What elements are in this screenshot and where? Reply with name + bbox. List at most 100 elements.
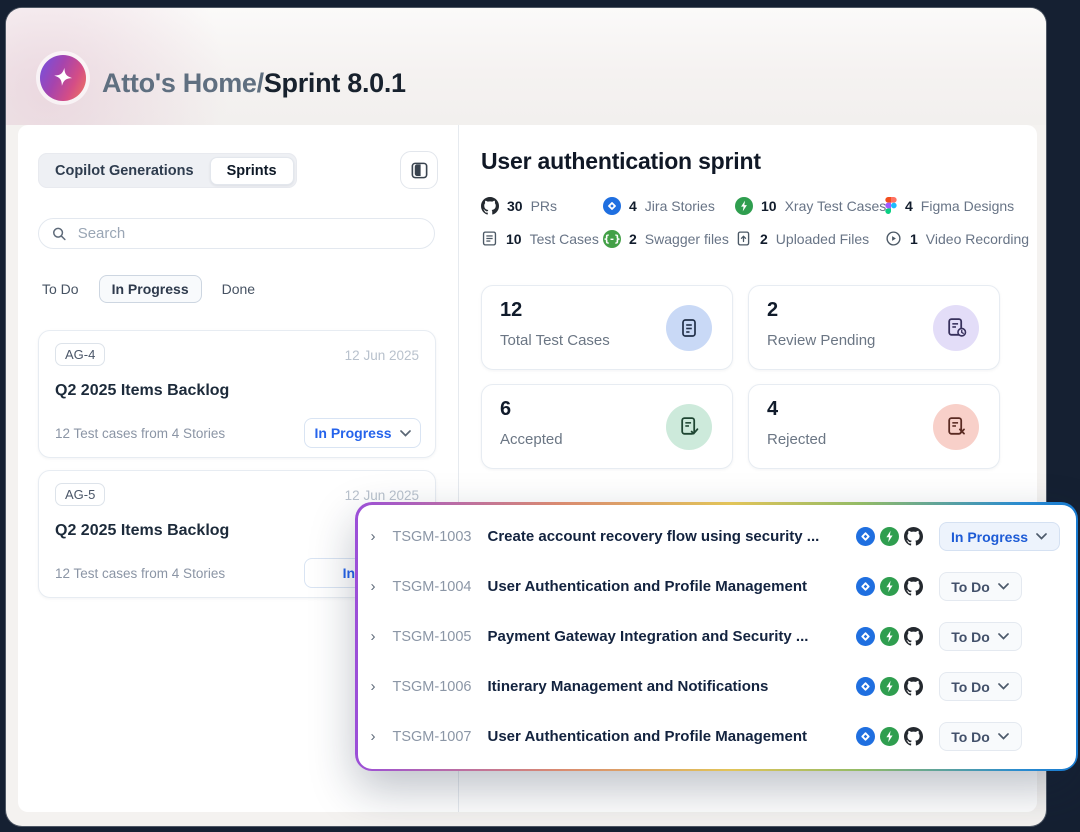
story-source-icons [856, 627, 923, 646]
story-status-dropdown[interactable]: To Do [939, 572, 1022, 601]
sprint-title: Q2 2025 Items Backlog [55, 382, 229, 400]
sparkle-star-icon [50, 65, 76, 91]
filter-in-progress[interactable]: In Progress [99, 275, 202, 303]
stat-xray-test-cases: 10 Xray Test Cases [735, 197, 886, 215]
story-source-icons [856, 727, 923, 746]
story-source-icons [856, 577, 923, 596]
current-page-title: Sprint 8.0.1 [264, 68, 406, 98]
document-clock-icon [933, 305, 979, 351]
sidebar-layout-icon [410, 161, 429, 180]
github-icon [904, 727, 923, 746]
stat-video-recording: 1 Video Recording [885, 230, 1029, 247]
filter-todo[interactable]: To Do [42, 281, 79, 297]
tab-sprints[interactable]: Sprints [210, 157, 294, 185]
swagger-icon: {-} [603, 230, 621, 248]
atto-logo [40, 55, 86, 101]
sprint-id-badge: AG-5 [55, 483, 105, 506]
story-status-label: To Do [951, 629, 990, 645]
svg-text:{-}: {-} [603, 234, 621, 245]
summary-cards: 12 Total Test Cases 2 [481, 285, 1000, 469]
stat-uploaded-files: 2 Uploaded Files [735, 230, 869, 247]
card-review-pending: 2 Review Pending [748, 285, 1000, 370]
sprint-status-label: In Progress [314, 425, 391, 441]
stat-label: PRs [531, 198, 557, 214]
sprint-title: Q2 2025 Items Backlog [55, 522, 229, 540]
stat-label: Video Recording [926, 231, 1029, 247]
story-row[interactable]: › TSGM-1006 Itinerary Management and Not… [358, 663, 1076, 711]
story-title: User Authentication and Profile Manageme… [488, 728, 848, 745]
story-status-label: To Do [951, 579, 990, 595]
github-icon [904, 577, 923, 596]
expand-chevron-icon[interactable]: › [371, 728, 393, 745]
sprint-status-dropdown[interactable]: In Progress [304, 418, 421, 448]
card-accepted: 6 Accepted [481, 384, 733, 469]
card-total-test-cases: 12 Total Test Cases [481, 285, 733, 370]
stat-label: Xray Test Cases [785, 198, 887, 214]
expand-chevron-icon[interactable]: › [371, 528, 393, 545]
story-id: TSGM-1007 [393, 729, 488, 745]
jira-icon [856, 627, 875, 646]
filter-done[interactable]: Done [222, 281, 255, 297]
story-status-label: To Do [951, 679, 990, 695]
sprint-card-ag4[interactable]: AG-4 12 Jun 2025 Q2 2025 Items Backlog 1… [38, 330, 436, 458]
stat-label: Figma Designs [921, 198, 1014, 214]
story-status-label: In Progress [951, 529, 1028, 545]
story-title: Itinerary Management and Notifications [488, 678, 848, 695]
panel-toggle-button[interactable] [400, 151, 438, 189]
sprint-detail-title: User authentication sprint [481, 148, 761, 175]
sprint-date: 12 Jun 2025 [345, 348, 419, 363]
jira-icon [856, 527, 875, 546]
stat-prs: 30 PRs [481, 197, 557, 215]
stat-count: 30 [507, 198, 523, 214]
story-status-dropdown[interactable]: To Do [939, 622, 1022, 651]
tab-copilot-generations[interactable]: Copilot Generations [41, 157, 208, 185]
story-status-dropdown[interactable]: In Progress [939, 522, 1060, 551]
uploaded-file-icon [735, 230, 752, 247]
sprint-subtitle: 12 Test cases from 4 Stories [55, 566, 225, 581]
story-title: Payment Gateway Integration and Security… [488, 628, 848, 645]
desktop-background: Atto's Home/Sprint 8.0.1 Copilot Generat… [0, 0, 1080, 832]
stat-label: Test Cases [530, 231, 599, 247]
story-title: Create account recovery flow using secur… [488, 528, 848, 545]
story-status-dropdown[interactable]: To Do [939, 672, 1022, 701]
expand-chevron-icon[interactable]: › [371, 628, 393, 645]
breadcrumb[interactable]: Atto's Home/ [102, 68, 264, 98]
xray-icon [880, 527, 899, 546]
document-check-icon [666, 404, 712, 450]
story-id: TSGM-1003 [393, 529, 488, 545]
xray-icon [880, 727, 899, 746]
stories-overlay: › TSGM-1003 Create account recovery flow… [355, 502, 1078, 771]
xray-icon [880, 627, 899, 646]
app-header [6, 8, 1046, 125]
stat-label: Uploaded Files [776, 231, 869, 247]
status-filters: To Do In Progress Done [42, 275, 255, 303]
story-row[interactable]: › TSGM-1003 Create account recovery flow… [358, 513, 1076, 561]
story-id: TSGM-1006 [393, 679, 488, 695]
search-input[interactable] [78, 225, 422, 242]
story-row[interactable]: › TSGM-1005 Payment Gateway Integration … [358, 613, 1076, 661]
view-switcher: Copilot Generations Sprints [38, 153, 297, 188]
chevron-down-icon [998, 683, 1009, 690]
stat-test-cases: 10 Test Cases [481, 230, 599, 247]
stories-list: › TSGM-1003 Create account recovery flow… [358, 505, 1076, 769]
story-source-icons [856, 677, 923, 696]
expand-chevron-icon[interactable]: › [371, 678, 393, 695]
expand-chevron-icon[interactable]: › [371, 578, 393, 595]
stat-count: 4 [905, 198, 913, 214]
jira-icon [856, 577, 875, 596]
sprint-id-badge: AG-4 [55, 343, 105, 366]
github-icon [904, 627, 923, 646]
document-x-icon [933, 404, 979, 450]
chevron-down-icon [998, 633, 1009, 640]
story-status-dropdown[interactable]: To Do [939, 722, 1022, 751]
story-row[interactable]: › TSGM-1007 User Authentication and Prof… [358, 713, 1076, 761]
card-rejected: 4 Rejected [748, 384, 1000, 469]
story-row[interactable]: › TSGM-1004 User Authentication and Prof… [358, 563, 1076, 611]
search-icon [51, 225, 68, 243]
xray-icon [880, 677, 899, 696]
stat-jira-stories: 4 Jira Stories [603, 197, 715, 215]
video-recording-icon [885, 230, 902, 247]
chevron-down-icon [998, 583, 1009, 590]
stat-count: 1 [910, 231, 918, 247]
stat-count: 10 [506, 231, 522, 247]
